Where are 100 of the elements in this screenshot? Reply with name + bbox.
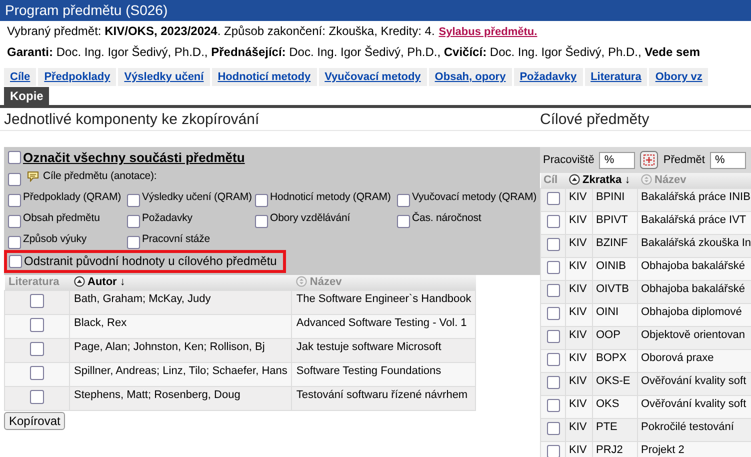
checkbox[interactable] [546,399,560,412]
tab[interactable]: Vyučovací metody [318,68,427,86]
tab[interactable]: Hodnoticí metody [212,68,317,86]
table-cell: Bakalářská práce INIB [638,188,751,212]
checkbox[interactable] [30,342,44,356]
table-cell: OIVTB [592,280,638,304]
table-cell: BPINI [592,188,638,212]
checkbox[interactable] [8,173,21,186]
select-all-label[interactable]: Označit všechny součásti předmětu [23,150,245,165]
table-cell: Projekt 2 [638,442,751,457]
table-cell: Obhajoba bakalářské [638,258,751,280]
checkbox[interactable] [397,194,410,207]
checkbox[interactable] [546,238,560,251]
table-cell: KIV [566,258,592,280]
table-cell: BOPX [592,350,638,372]
table-cell: KIV [566,188,592,212]
checkbox[interactable] [8,194,21,207]
column-header: Literatura [4,275,70,290]
sort-icon[interactable] [296,276,307,287]
tab[interactable]: Předpoklady [38,68,116,86]
table-cell: Jak testuje software Microsoft [292,338,476,362]
tab[interactable]: Cíle [4,68,36,86]
option-label: Čas. náročnost [412,212,482,224]
table-cell: BPIVT [592,212,638,234]
filter-button-icon[interactable] [640,151,658,169]
tab[interactable]: Obory vz [649,68,708,86]
table-cell: BZINF [592,234,638,258]
checkbox[interactable] [546,307,560,320]
column-header: Cíl [540,173,566,188]
checkbox[interactable] [546,192,560,205]
checkbox[interactable] [30,294,44,308]
checkbox[interactable] [255,194,268,207]
table-cell: The Software Engineer`s Handbook [292,290,476,314]
filter-field[interactable]: % [710,152,746,168]
table-cell: Obhajoba diplomové [638,304,751,326]
table-cell: PTE [592,418,638,442]
table-cell: OINIB [592,258,638,280]
table-cell: Software Testing Foundations [292,362,476,386]
checkbox[interactable] [255,215,268,228]
tab[interactable]: Požadavky [514,68,583,86]
table-cell: Bath, Graham; McKay, Judy [70,290,292,314]
table-cell: PRJ2 [592,442,638,457]
table-cell: Objektově orientovan [638,326,751,350]
option-label: Předpoklady (QRAM) [23,191,121,203]
copy-button[interactable]: Kopírovat [4,412,66,430]
checkbox[interactable] [546,422,560,435]
table-cell: KIV [566,350,592,372]
checkbox[interactable] [30,390,44,404]
checkbox[interactable] [9,254,22,268]
checkbox[interactable] [546,445,560,457]
table-cell: Black, Rex [70,314,292,338]
tab[interactable]: Literatura [584,68,648,86]
speech-bubble-icon [27,171,39,182]
table-cell: Oborová praxe [638,350,751,372]
checkbox[interactable] [546,261,560,274]
section-heading: Jednotlivé komponenty ke zkopírování [0,108,540,131]
option-label: Požadavky [142,212,192,224]
table-cell: OKS-E [592,372,638,396]
checkbox[interactable] [8,236,21,249]
table-cell: Spillner, Andreas; Linz, Tilo; Schaefer, Hans [70,362,292,386]
checkbox[interactable] [127,215,140,228]
option-label: Hodnoticí metody (QRAM) [270,191,391,203]
filter-label: Pracoviště [543,154,594,166]
table-cell: Stephens, Matt; Rosenberg, Doug [70,386,292,410]
table-cell: Obhajoba bakalářské [638,280,751,304]
sort-up-icon[interactable] [568,174,580,185]
option-label: Způsob výuky [23,233,87,245]
checkbox[interactable] [8,215,21,228]
tab[interactable]: Obsah, opory [428,68,512,86]
table-cell: Pokročilé testování [638,418,751,442]
table-cell: OOP [592,326,638,350]
table-cell: Ověřování kvality soft [638,396,751,418]
section-heading: Cílové předměty [540,108,751,131]
column-header[interactable]: Zkratka ↓ [566,173,638,188]
table-cell: Bakalářská práce IVT [638,212,751,234]
checkbox[interactable] [546,353,560,366]
checkbox[interactable] [546,376,560,389]
syllabus-link[interactable]: Sylabus předmětu. [438,26,538,38]
selected-course-info: Vybraný předmět: KIV/OKS, 2023/2024. Způsob zakončení: Zkouška, Kredity: 4. [7,24,435,38]
tab[interactable]: Kopie [4,87,50,105]
table-cell: KIV [566,396,592,418]
table-cell: KIV [566,280,592,304]
option-label: Obsah předmětu [23,212,100,224]
table-cell: OINI [592,304,638,326]
checkbox[interactable] [546,215,560,228]
checkbox[interactable] [30,318,44,332]
tab[interactable]: Výsledky učení [118,68,210,86]
table-cell: KIV [566,372,592,396]
checkbox[interactable] [127,236,140,249]
checkbox[interactable] [30,366,44,380]
column-header[interactable]: Autor ↓ [70,275,292,290]
sort-up-icon[interactable] [74,276,84,287]
checkbox[interactable] [546,330,560,343]
checkbox[interactable] [397,215,410,228]
checkbox[interactable] [8,151,21,164]
checkbox[interactable] [127,194,140,207]
option-label: Odstranit původní hodnoty u cílového předmětu [24,254,277,268]
checkbox[interactable] [546,284,560,297]
filter-label: Předmět [663,154,705,166]
filter-field[interactable]: % [599,152,636,168]
